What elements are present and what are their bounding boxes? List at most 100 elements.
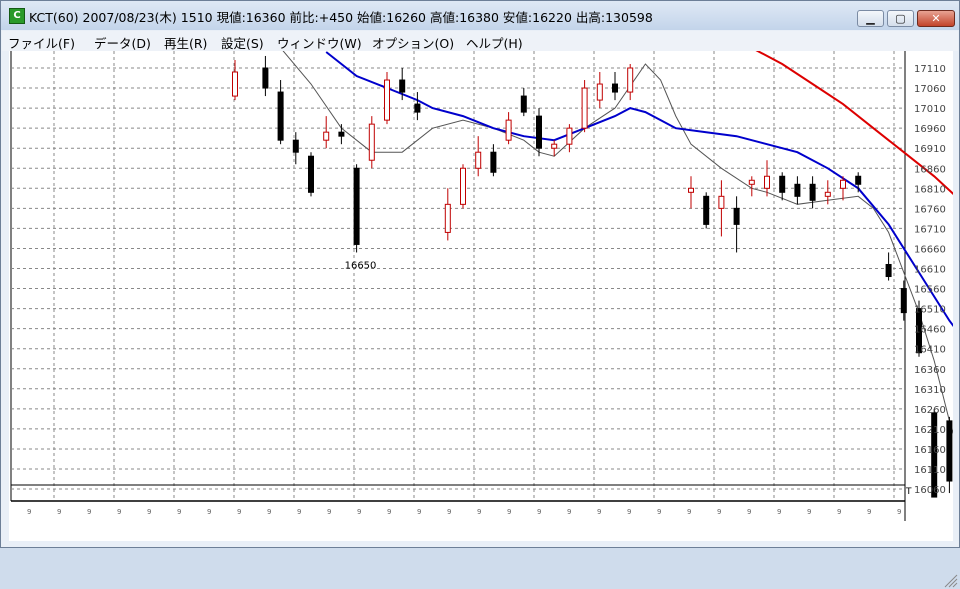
candle bbox=[520, 88, 527, 117]
candle-body bbox=[475, 151, 482, 169]
y-tick-label: 17060 bbox=[914, 84, 946, 95]
minimize-icon: ▁ bbox=[866, 12, 875, 25]
right-axis-mark: T bbox=[905, 487, 912, 497]
candle bbox=[323, 116, 330, 149]
candle-body bbox=[946, 420, 953, 482]
y-tick-label: 16510 bbox=[914, 305, 946, 316]
candle bbox=[764, 160, 770, 197]
candle-body bbox=[855, 175, 862, 185]
y-tick-label: 16660 bbox=[914, 244, 946, 255]
candle bbox=[490, 144, 497, 177]
candle bbox=[885, 252, 892, 281]
x-tick-mark: 9 bbox=[357, 508, 361, 516]
candle bbox=[460, 164, 466, 209]
candle bbox=[581, 80, 588, 133]
menu-options[interactable]: オプション(O) bbox=[372, 33, 454, 52]
candle bbox=[475, 136, 482, 177]
menu-file[interactable]: ファイル(F) bbox=[8, 33, 75, 52]
y-tick-label: 16760 bbox=[914, 204, 946, 215]
x-tick-mark: 9 bbox=[237, 508, 241, 516]
minimize-button[interactable]: ▁ bbox=[857, 10, 884, 27]
maximize-button[interactable]: ▢ bbox=[887, 10, 914, 27]
x-tick-mark: 9 bbox=[117, 508, 121, 516]
candle-body bbox=[520, 95, 527, 113]
x-tick-mark: 9 bbox=[717, 508, 721, 516]
title-bar[interactable]: C KCT(60) 2007/08/23(木) 1510 現値:16360 前比… bbox=[1, 1, 959, 30]
candles bbox=[232, 55, 953, 498]
close-button[interactable]: ✕ bbox=[917, 10, 955, 27]
candle bbox=[262, 55, 269, 97]
app-icon: C bbox=[9, 8, 25, 24]
x-tick-mark: 9 bbox=[807, 508, 811, 516]
menu-bar: ファイル(F) データ(D) 再生(R) 設定(S) ウィンドウ(W) オプショ… bbox=[2, 31, 958, 51]
x-tick-mark: 9 bbox=[657, 508, 661, 516]
y-tick-label: 16160 bbox=[914, 445, 946, 456]
candle bbox=[353, 164, 360, 253]
menu-help[interactable]: ヘルプ(H) bbox=[466, 33, 523, 52]
x-tick-mark: 9 bbox=[267, 508, 271, 516]
menu-window[interactable]: ウィンドウ(W) bbox=[277, 33, 362, 52]
y-tick-label: 16910 bbox=[914, 144, 946, 155]
candle-body bbox=[414, 103, 421, 113]
y-tick-label: 16410 bbox=[914, 345, 946, 356]
chart-area[interactable]: 17110 17060 17010 16960 16910 16860 16810 16760… bbox=[9, 47, 960, 588]
candle bbox=[612, 72, 618, 101]
x-tick-mark: 9 bbox=[837, 508, 841, 516]
candle-body bbox=[840, 179, 846, 189]
candle bbox=[627, 63, 634, 101]
x-tick-mark: 9 bbox=[777, 508, 781, 516]
y-tick-label: 16360 bbox=[914, 365, 946, 376]
candle bbox=[946, 416, 953, 494]
candle bbox=[748, 176, 755, 197]
y-tick-label: 16860 bbox=[914, 164, 946, 175]
candle bbox=[338, 124, 345, 145]
y-tick-label: 16110 bbox=[914, 465, 946, 476]
x-tick-mark: 9 bbox=[327, 508, 331, 516]
resize-grip-icon[interactable] bbox=[943, 573, 959, 589]
x-tick-mark: 9 bbox=[597, 508, 601, 516]
menu-settings[interactable]: 設定(S) bbox=[221, 33, 264, 52]
x-tick-mark: 9 bbox=[387, 508, 391, 516]
x-tick-mark: 9 bbox=[147, 508, 151, 516]
candle-body bbox=[368, 123, 375, 161]
candle-body bbox=[399, 79, 406, 93]
x-tick-mark: 9 bbox=[747, 508, 751, 516]
y-tick-label: 16460 bbox=[914, 325, 946, 336]
candle-body bbox=[444, 203, 451, 233]
candle-body bbox=[551, 143, 558, 149]
candle-body bbox=[505, 119, 512, 141]
candle-body bbox=[460, 167, 466, 205]
window-title: KCT(60) 2007/08/23(木) 1510 現値:16360 前比:+… bbox=[29, 10, 653, 25]
y-tick-label: 16310 bbox=[914, 385, 946, 396]
x-tick-mark: 9 bbox=[297, 508, 301, 516]
candle bbox=[384, 72, 390, 125]
x-tick-mark: 9 bbox=[537, 508, 541, 516]
candle-body bbox=[536, 115, 542, 149]
candle-body bbox=[718, 195, 725, 209]
candle-body bbox=[733, 207, 740, 225]
menu-data[interactable]: データ(D) bbox=[94, 33, 151, 52]
candle bbox=[368, 116, 375, 169]
candle bbox=[277, 80, 284, 145]
y-tick-label: 16610 bbox=[914, 265, 946, 276]
x-tick-mark: 9 bbox=[27, 508, 31, 516]
menu-replay[interactable]: 再生(R) bbox=[164, 33, 207, 52]
candle-body bbox=[323, 131, 330, 141]
x-tick-mark: 9 bbox=[447, 508, 451, 516]
y-tick-label: 16210 bbox=[914, 425, 946, 436]
candle bbox=[551, 140, 558, 157]
candle bbox=[688, 176, 694, 209]
candle bbox=[308, 152, 314, 197]
candle bbox=[596, 72, 603, 109]
candle bbox=[779, 172, 786, 201]
candle-body bbox=[338, 131, 345, 137]
x-tick-mark: 9 bbox=[57, 508, 61, 516]
candle bbox=[536, 108, 542, 157]
candle-body bbox=[308, 155, 314, 193]
candle bbox=[733, 196, 740, 253]
ma-short-line bbox=[280, 47, 960, 457]
y-tick-label: 16260 bbox=[914, 405, 946, 416]
candle bbox=[840, 176, 846, 201]
x-tick-mark: 9 bbox=[417, 508, 421, 516]
close-icon: ✕ bbox=[931, 12, 941, 25]
